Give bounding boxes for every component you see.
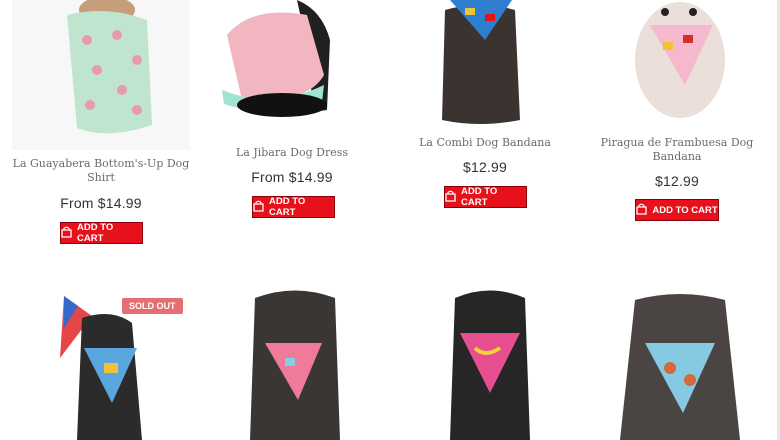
add-to-cart-label: ADD TO CART <box>652 204 718 216</box>
bag-icon <box>61 226 72 241</box>
dog-shirt-illustration <box>12 0 190 150</box>
product-title[interactable]: Piragua de Frambuesa Dog Bandana <box>588 136 766 164</box>
dog-bandana-combi-illustration <box>430 0 530 130</box>
product-title[interactable]: La Combi Dog Bandana <box>396 136 574 150</box>
add-to-cart-label: ADD TO CART <box>269 196 306 218</box>
product-image-pink-bandana[interactable] <box>240 288 350 440</box>
add-to-cart-label: ADD TO CART <box>77 222 114 244</box>
product-title[interactable]: La Guayabera Bottom's-Up Dog Shirt <box>12 157 190 185</box>
product-image-schnauzer-bandana[interactable] <box>615 288 745 440</box>
product-image-guayabera[interactable] <box>12 0 190 150</box>
bag-icon <box>636 203 648 218</box>
dog-bandana-piragua-illustration <box>625 0 735 125</box>
product-title[interactable]: La Jibara Dog Dress <box>203 146 381 160</box>
bag-icon <box>445 190 456 205</box>
add-to-cart-button[interactable]: ADD TO CART <box>252 196 335 218</box>
add-to-cart-button[interactable]: ADD TO CART <box>444 186 527 208</box>
sold-out-badge: SOLD OUT <box>122 298 183 314</box>
product-image-jibara[interactable] <box>212 0 362 125</box>
bag-icon <box>253 200 264 215</box>
dog-schnauzer-illustration <box>615 288 745 440</box>
product-image-banana-bandana[interactable] <box>445 288 535 440</box>
add-to-cart-label: ADD TO CART <box>461 186 498 208</box>
product-price: $12.99 <box>462 159 508 175</box>
dog-banana-bandana-illustration <box>445 288 535 440</box>
add-to-cart-button[interactable]: ADD TO CART <box>60 222 143 244</box>
product-image-piragua[interactable] <box>625 0 735 125</box>
product-image-combi[interactable] <box>430 0 530 130</box>
product-price: $12.99 <box>654 173 700 189</box>
dog-pink-bandana-illustration <box>240 288 350 440</box>
product-price: From $14.99 <box>60 195 142 211</box>
add-to-cart-button[interactable]: ADD TO CART <box>635 199 719 221</box>
dog-dress-illustration <box>212 0 362 125</box>
product-price: From $14.99 <box>251 169 333 185</box>
